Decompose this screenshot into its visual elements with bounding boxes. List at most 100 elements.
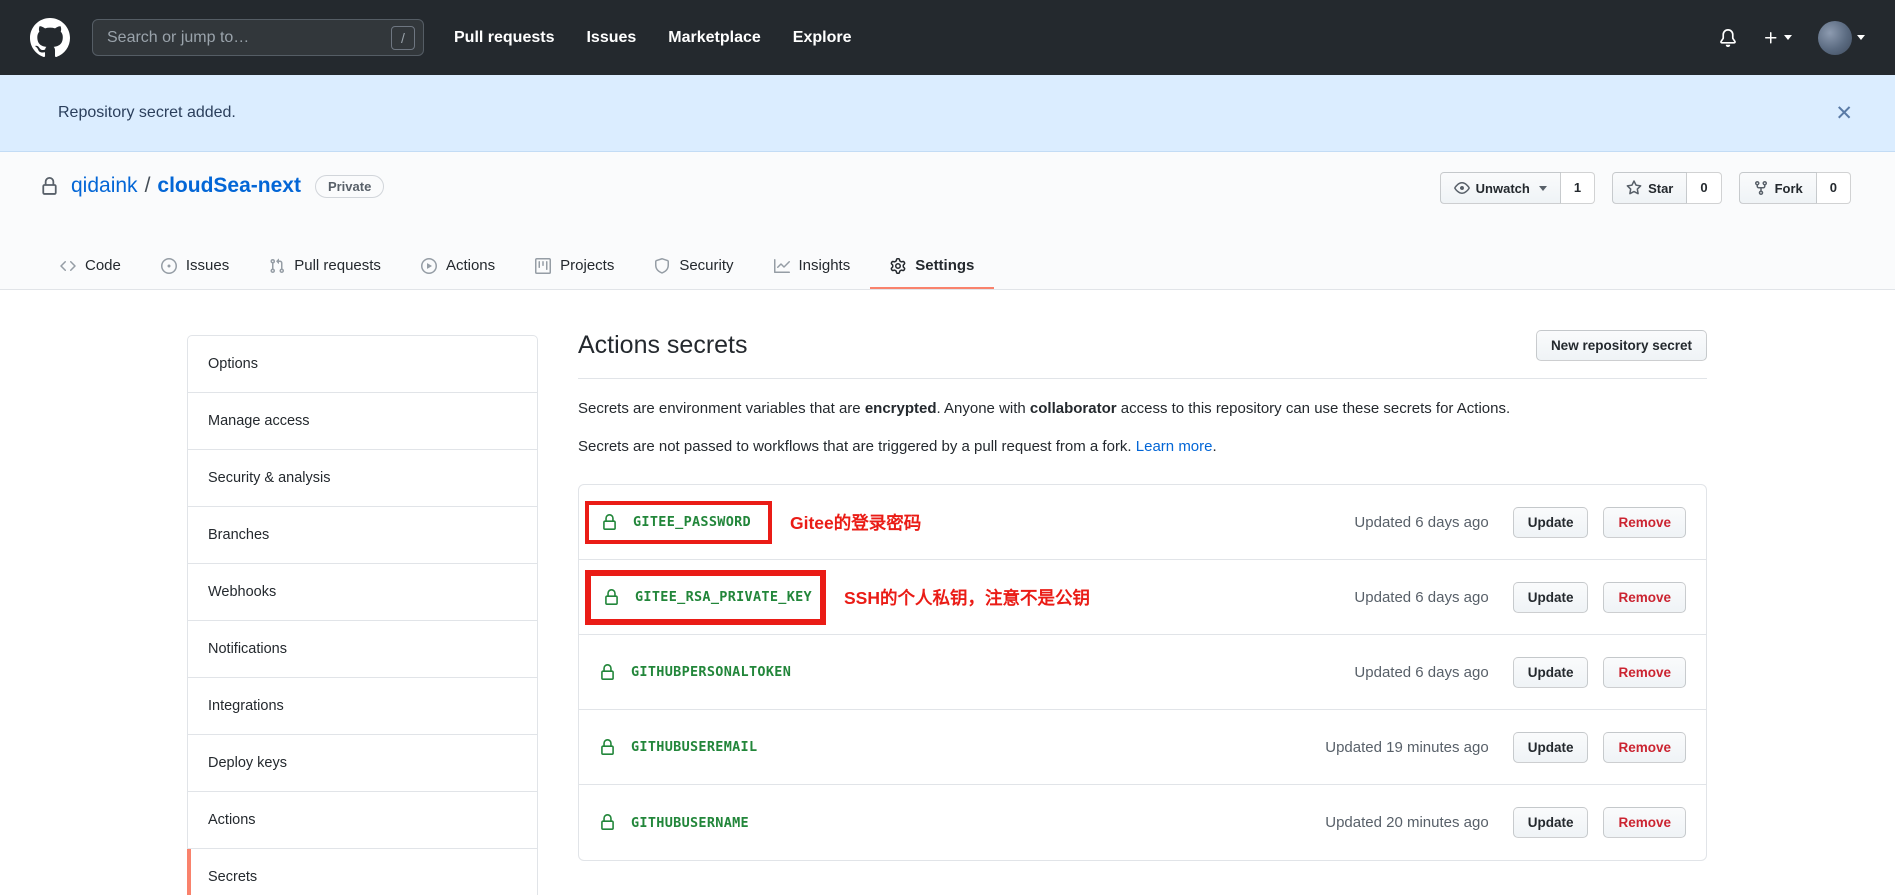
- tab-settings[interactable]: Settings: [870, 242, 994, 289]
- header-nav: Pull requests Issues Marketplace Explore: [454, 29, 851, 47]
- secret-label: GITHUBUSEREMAIL: [599, 739, 757, 756]
- watchers-count[interactable]: 1: [1561, 172, 1595, 204]
- sidebar-item-manage-access[interactable]: Manage access: [188, 393, 537, 450]
- lock-icon: [601, 514, 618, 531]
- content-area: Options Manage access Security & analysi…: [0, 290, 1895, 895]
- sidebar-item-webhooks[interactable]: Webhooks: [188, 564, 537, 621]
- sidebar-item-branches[interactable]: Branches: [188, 507, 537, 564]
- watch-button-group: Unwatch 1: [1440, 172, 1595, 204]
- flash-banner: Repository secret added. ✕: [0, 75, 1895, 152]
- learn-more-link[interactable]: Learn more: [1136, 438, 1213, 455]
- tab-pull-requests[interactable]: Pull requests: [249, 242, 401, 289]
- secret-row-githubusername: GITHUBUSERNAME Updated 20 minutes ago Up…: [579, 785, 1706, 860]
- lock-icon: [599, 739, 616, 756]
- secret-label: GITHUBPERSONALTOKEN: [599, 664, 791, 681]
- caret-down-icon: [1539, 186, 1547, 191]
- sidebar-item-actions[interactable]: Actions: [188, 792, 537, 849]
- secret-updated: Updated 6 days ago: [1354, 664, 1488, 681]
- tab-issues[interactable]: Issues: [141, 242, 249, 289]
- nav-marketplace[interactable]: Marketplace: [668, 29, 761, 47]
- repo-action-buttons: Unwatch 1 Star 0 Fork 0: [1440, 172, 1851, 204]
- unwatch-button[interactable]: Unwatch: [1440, 172, 1561, 204]
- nav-explore[interactable]: Explore: [793, 29, 852, 47]
- caret-down-icon: [1784, 35, 1792, 40]
- lock-icon: [603, 589, 620, 606]
- global-search: /: [92, 19, 424, 56]
- github-settings-page: / Pull requests Issues Marketplace Explo…: [0, 0, 1895, 895]
- star-icon: [1626, 180, 1642, 196]
- secret-row-actions: Updated 19 minutes ago Update Remove: [1325, 732, 1686, 763]
- sidebar-item-security-analysis[interactable]: Security & analysis: [188, 450, 537, 507]
- stars-count[interactable]: 0: [1687, 172, 1721, 204]
- create-new-button[interactable]: [1763, 30, 1792, 46]
- tab-code[interactable]: Code: [40, 242, 141, 289]
- tab-insights[interactable]: Insights: [754, 242, 871, 289]
- secret-row-actions: Updated 6 days ago Update Remove: [1354, 582, 1686, 613]
- sidebar-item-notifications[interactable]: Notifications: [188, 621, 537, 678]
- page-title: Actions secrets: [578, 331, 748, 360]
- user-menu[interactable]: [1818, 21, 1865, 55]
- nav-pull-requests[interactable]: Pull requests: [454, 29, 554, 47]
- caret-down-icon: [1857, 35, 1865, 40]
- update-button[interactable]: Update: [1513, 582, 1589, 613]
- secret-row-actions: Updated 6 days ago Update Remove: [1354, 507, 1686, 538]
- search-input[interactable]: [105, 28, 391, 48]
- remove-button[interactable]: Remove: [1603, 657, 1686, 688]
- star-button-group: Star 0: [1612, 172, 1722, 204]
- secret-label-annotated: GITEE_PASSWORD: [585, 501, 772, 544]
- secret-row-gitee-password: GITEE_PASSWORD Gitee的登录密码 Updated 6 days…: [579, 485, 1706, 560]
- sidebar-item-secrets[interactable]: Secrets: [188, 849, 537, 895]
- slash-shortcut-hint: /: [391, 26, 415, 50]
- remove-button[interactable]: Remove: [1603, 582, 1686, 613]
- remove-button[interactable]: Remove: [1603, 507, 1686, 538]
- secret-updated: Updated 19 minutes ago: [1325, 739, 1488, 756]
- update-button[interactable]: Update: [1513, 807, 1589, 838]
- secret-row-githubuseremail: GITHUBUSEREMAIL Updated 19 minutes ago U…: [579, 710, 1706, 785]
- nav-issues[interactable]: Issues: [586, 29, 636, 47]
- secrets-description-2: Secrets are not passed to workflows that…: [578, 438, 1707, 455]
- divider: [578, 378, 1707, 379]
- code-icon: [60, 258, 76, 274]
- remove-button[interactable]: Remove: [1603, 807, 1686, 838]
- graph-icon: [774, 258, 790, 274]
- private-lock-icon: [40, 177, 59, 196]
- top-header: / Pull requests Issues Marketplace Explo…: [0, 0, 1895, 75]
- flash-message: Repository secret added.: [58, 104, 236, 122]
- github-logo-icon[interactable]: [30, 18, 70, 58]
- repo-tabs: Code Issues Pull requests Actions Projec…: [40, 242, 994, 289]
- lock-icon: [599, 814, 616, 831]
- update-button[interactable]: Update: [1513, 657, 1589, 688]
- play-icon: [421, 258, 437, 274]
- update-button[interactable]: Update: [1513, 507, 1589, 538]
- eye-icon: [1454, 180, 1470, 196]
- sidebar-item-deploy-keys[interactable]: Deploy keys: [188, 735, 537, 792]
- new-repository-secret-button[interactable]: New repository secret: [1536, 330, 1707, 361]
- tab-security[interactable]: Security: [634, 242, 753, 289]
- sidebar-item-integrations[interactable]: Integrations: [188, 678, 537, 735]
- forks-count[interactable]: 0: [1817, 172, 1851, 204]
- fork-button[interactable]: Fork: [1739, 172, 1817, 204]
- pull-request-icon: [269, 258, 285, 274]
- header-right: [1719, 21, 1865, 55]
- repo-name-link[interactable]: cloudSea-next: [157, 174, 301, 198]
- projects-icon: [535, 258, 551, 274]
- fork-button-group: Fork 0: [1739, 172, 1851, 204]
- flash-close-icon[interactable]: ✕: [1835, 103, 1853, 124]
- settings-side-menu: Options Manage access Security & analysi…: [187, 335, 538, 895]
- sidebar-item-options[interactable]: Options: [188, 336, 537, 393]
- secret-row-actions: Updated 20 minutes ago Update Remove: [1325, 807, 1686, 838]
- secrets-header: Actions secrets New repository secret: [578, 330, 1707, 361]
- secret-row-actions: Updated 6 days ago Update Remove: [1354, 657, 1686, 688]
- star-button[interactable]: Star: [1612, 172, 1687, 204]
- secret-row-githubpersonaltoken: GITHUBPERSONALTOKEN Updated 6 days ago U…: [579, 635, 1706, 710]
- tab-projects[interactable]: Projects: [515, 242, 634, 289]
- secret-name: GITEE_RSA_PRIVATE_KEY: [635, 589, 812, 605]
- secret-row-gitee-rsa-private-key: GITEE_RSA_PRIVATE_KEY SSH的个人私钥，注意不是公钥 Up…: [579, 560, 1706, 635]
- fork-icon: [1753, 180, 1769, 196]
- repo-owner-link[interactable]: qidaink: [71, 174, 138, 198]
- update-button[interactable]: Update: [1513, 732, 1589, 763]
- remove-button[interactable]: Remove: [1603, 732, 1686, 763]
- secrets-description-1: Secrets are environment variables that a…: [578, 400, 1707, 417]
- notifications-bell-icon[interactable]: [1719, 29, 1737, 47]
- tab-actions[interactable]: Actions: [401, 242, 515, 289]
